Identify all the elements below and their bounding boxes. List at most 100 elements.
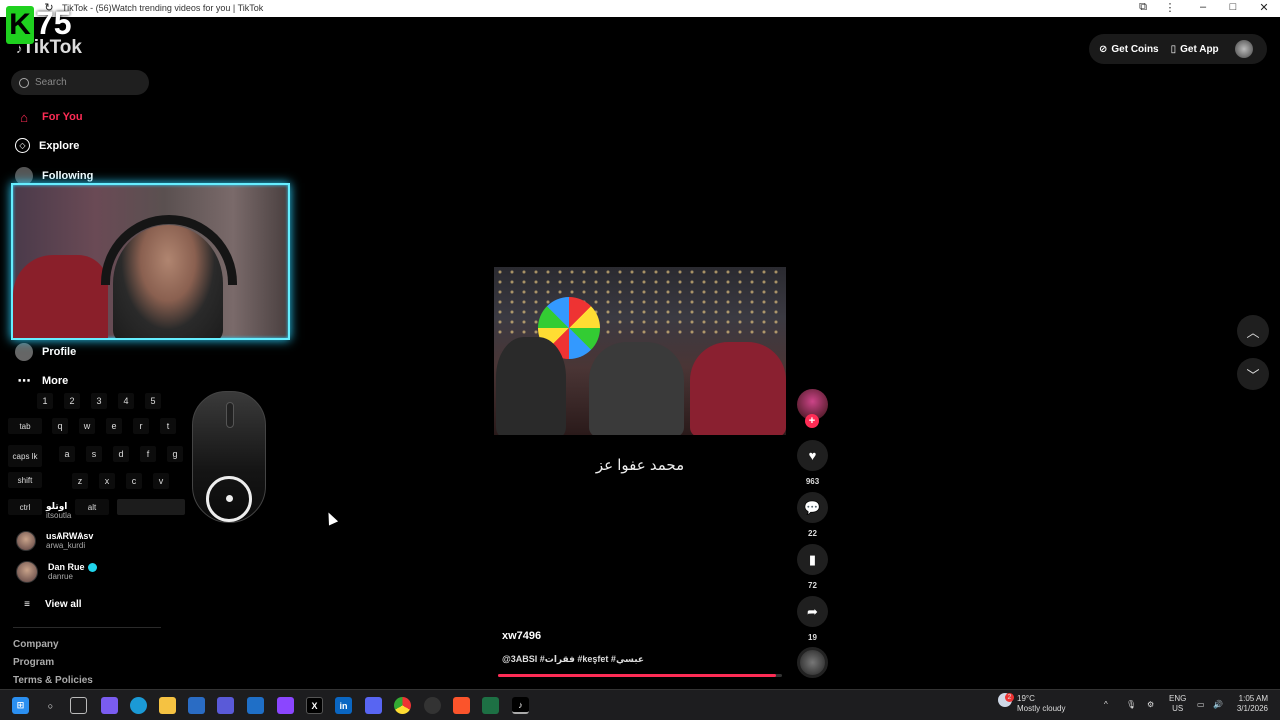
- file-explorer-icon[interactable]: [159, 697, 176, 714]
- footer-terms[interactable]: Terms & Policies: [13, 675, 93, 686]
- search-input[interactable]: Search: [11, 70, 149, 95]
- teams-icon[interactable]: [217, 697, 234, 714]
- key-t: t: [160, 418, 176, 434]
- home-icon: ⌂: [20, 109, 28, 125]
- comment-count: 22: [808, 529, 817, 538]
- like-count: 963: [805, 477, 820, 486]
- key-tab: tab: [8, 418, 42, 434]
- obs-icon[interactable]: [424, 697, 441, 714]
- weather-badge: 2: [1005, 693, 1014, 702]
- linkedin-icon[interactable]: in: [335, 697, 352, 714]
- app-icon[interactable]: [247, 697, 264, 714]
- discord-icon[interactable]: [365, 697, 382, 714]
- more-icon: ⋯: [17, 373, 31, 388]
- account-item[interactable]: Dan Rue danrue: [16, 561, 97, 583]
- key-z: z: [72, 473, 88, 489]
- language-indicator[interactable]: ENG US: [1169, 694, 1186, 714]
- video-person: [496, 337, 566, 435]
- user-avatar[interactable]: [1234, 40, 1253, 58]
- footer-company[interactable]: Company: [13, 639, 59, 650]
- minimize-button[interactable]: –: [1194, 1, 1212, 13]
- share-button[interactable]: ➦: [797, 596, 828, 627]
- copilot-icon[interactable]: [101, 697, 118, 714]
- weather-widget[interactable]: 2: [998, 693, 1014, 707]
- nav-explore[interactable]: ◇ Explore: [15, 138, 79, 153]
- maximize-button[interactable]: □: [1224, 1, 1242, 13]
- divider: [13, 627, 161, 628]
- brave-icon[interactable]: [453, 697, 470, 714]
- video-caption: محمد عفوا عز: [595, 457, 685, 474]
- video-tags[interactable]: @3ABSI #فقرات #keşfet #عبسي: [502, 654, 644, 665]
- previous-video-button[interactable]: ︿: [1237, 315, 1269, 347]
- next-video-button[interactable]: ﹀: [1237, 358, 1269, 390]
- header-actions: ⊘ Get Coins ▯ Get App: [1089, 34, 1267, 64]
- menu-icon[interactable]: ⋮: [1161, 1, 1179, 14]
- coin-icon: ⊘: [1099, 43, 1108, 55]
- webcam-chair: [13, 255, 108, 338]
- video-person: [589, 342, 684, 435]
- twitch-icon[interactable]: [277, 697, 294, 714]
- bookmark-icon: ▮: [808, 551, 817, 567]
- get-coins-button[interactable]: ⊘ Get Coins: [1099, 44, 1159, 55]
- comment-button[interactable]: 💬: [797, 492, 828, 523]
- network-icon[interactable]: ⚙: [1147, 700, 1154, 710]
- chrome-icon[interactable]: [394, 697, 411, 714]
- video-player[interactable]: [494, 267, 786, 435]
- chevron-down-icon: ﹀: [1246, 367, 1260, 383]
- x-icon[interactable]: X: [306, 697, 323, 714]
- list-icon: ≡: [24, 598, 30, 610]
- key-g: g: [167, 446, 183, 462]
- key-f: f: [140, 446, 156, 462]
- key-a: a: [59, 446, 75, 462]
- mouse-wheel: [226, 402, 234, 428]
- search-icon: [19, 77, 29, 88]
- display-icon[interactable]: ▭: [1197, 700, 1205, 710]
- get-app-button[interactable]: ▯ Get App: [1171, 44, 1219, 55]
- avatar: [16, 531, 36, 551]
- save-button[interactable]: ▮: [797, 544, 828, 575]
- task-view-icon[interactable]: [70, 697, 87, 714]
- clock[interactable]: 1:05 AM 3/1/2026: [1232, 694, 1268, 714]
- view-all-link[interactable]: ≡ View all: [18, 595, 81, 613]
- tiktok-taskbar-icon[interactable]: ♪: [512, 697, 529, 714]
- key-3: 3: [91, 393, 107, 409]
- comment-icon: 💬: [804, 499, 821, 515]
- key-4: 4: [118, 393, 134, 409]
- search-icon[interactable]: ○: [42, 697, 59, 714]
- key-c: c: [126, 473, 142, 489]
- start-icon[interactable]: ⊞: [12, 697, 29, 714]
- mouse-cursor: [323, 510, 339, 526]
- follow-button[interactable]: +: [805, 414, 819, 428]
- key-s: s: [86, 446, 102, 462]
- video-author[interactable]: xw7496: [502, 630, 541, 642]
- chevron-up-icon: ︿: [1246, 324, 1260, 340]
- footer-program[interactable]: Program: [13, 657, 54, 668]
- microphone-icon[interactable]: 🎙: [1126, 700, 1136, 710]
- video-progress-bar[interactable]: [498, 674, 782, 677]
- volume-icon[interactable]: 🔊: [1213, 700, 1223, 710]
- nav-for-you[interactable]: ⌂ For You: [15, 108, 82, 126]
- key-q: q: [52, 418, 68, 434]
- mouse-dot: [226, 495, 233, 502]
- windows-taskbar: ⊞ ○ X in ♪ 2 19°C Mostly cloudy ^ 🎙 ⚙ EN…: [0, 689, 1280, 720]
- like-button[interactable]: ♥: [797, 440, 828, 471]
- music-disc[interactable]: [797, 647, 828, 678]
- excel-icon[interactable]: [482, 697, 499, 714]
- nav-more[interactable]: ⋯ More: [15, 372, 69, 390]
- video-person: [690, 342, 786, 435]
- verified-icon: [87, 563, 97, 573]
- account-item[interactable]: اوتلو itsoutla: [16, 501, 71, 521]
- browser-title-bar: ↻ TikTok - (56)Watch trending videos for…: [0, 0, 1280, 17]
- close-button[interactable]: ✕: [1255, 1, 1273, 14]
- share-count: 19: [808, 633, 817, 642]
- extensions-icon[interactable]: ⧉: [1134, 1, 1152, 14]
- edge-icon[interactable]: [130, 697, 147, 714]
- store-icon[interactable]: [188, 697, 205, 714]
- chevron-up-icon[interactable]: ^: [1104, 700, 1108, 710]
- overlay-number: 75: [36, 5, 72, 41]
- search-placeholder: Search: [35, 77, 67, 88]
- video-progress-fill: [498, 674, 777, 677]
- account-item[interactable]: usѦRWѦsv arwa_kurdi: [16, 531, 93, 551]
- nav-profile[interactable]: Profile: [15, 343, 76, 361]
- stream-overlay-badge: K 75: [6, 6, 72, 44]
